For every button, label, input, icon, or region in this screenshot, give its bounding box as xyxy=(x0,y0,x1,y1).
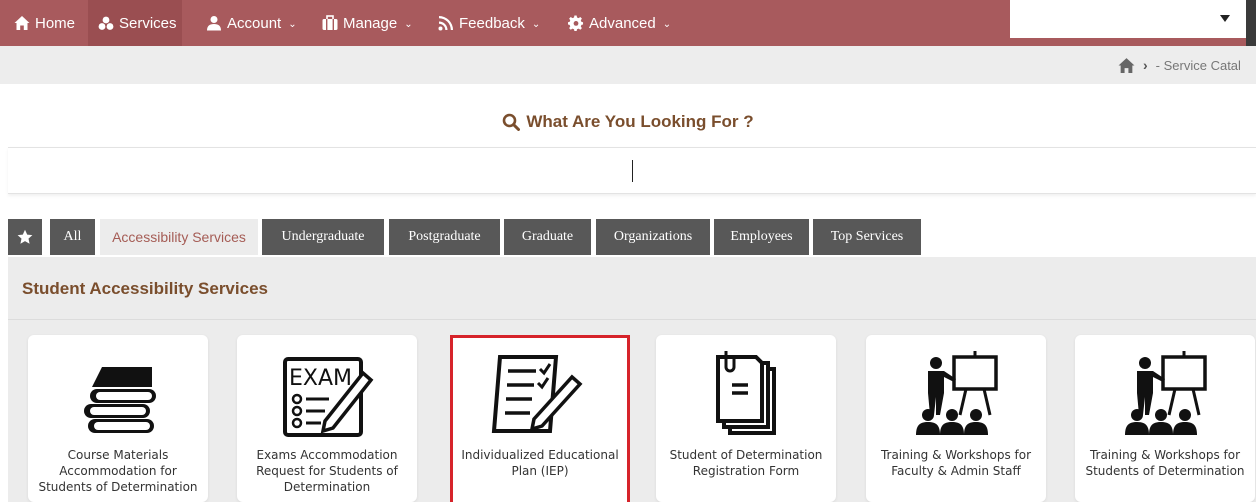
chevron-down-icon: ⌄ xyxy=(662,18,672,30)
checklist-pen-icon xyxy=(491,355,583,433)
nav-services-label: Services xyxy=(119,14,177,32)
tab-postgraduate[interactable]: Postgraduate xyxy=(389,219,500,255)
caret-down-icon xyxy=(1220,15,1230,22)
briefcase-icon xyxy=(322,15,338,30)
service-card-course-materials[interactable]: Course Materials Accommodation for Stude… xyxy=(28,335,208,502)
search-input[interactable] xyxy=(8,147,1256,194)
nav-advanced-label: Advanced xyxy=(589,14,656,32)
breadcrumb-current: - Service Catal xyxy=(1155,57,1241,73)
tab-all[interactable]: All xyxy=(50,219,95,255)
nav-edge xyxy=(1246,0,1256,46)
books-icon xyxy=(84,367,156,433)
home-icon xyxy=(14,16,30,30)
user-icon xyxy=(207,16,221,31)
tab-organizations[interactable]: Organizations xyxy=(596,219,710,255)
card-label: Course Materials Accommodation for Stude… xyxy=(38,448,198,494)
divider xyxy=(8,319,1256,320)
tab-graduate[interactable]: Graduate xyxy=(504,219,591,255)
nav-feedback[interactable]: Feedback ⌄ xyxy=(438,0,540,46)
service-card-iep[interactable]: Individualized Educational Plan (IEP) xyxy=(450,335,630,502)
exam-icon: EXAM xyxy=(283,357,374,437)
search-icon xyxy=(503,113,521,131)
card-label: Individualized Educational Plan (IEP) xyxy=(461,448,619,478)
card-label: Student of Determination Registration Fo… xyxy=(669,448,823,478)
card-label: Exams Accommodation Request for Students… xyxy=(256,448,398,494)
nav-manage[interactable]: Manage ⌄ xyxy=(322,0,413,46)
nav-home-label: Home xyxy=(35,14,76,32)
documents-icon xyxy=(716,351,776,435)
chevron-right-icon: › xyxy=(1143,57,1148,73)
section-title: Student Accessibility Services xyxy=(22,279,268,298)
nav-dropdown-select[interactable] xyxy=(1010,0,1246,38)
nav-home[interactable]: Home xyxy=(14,0,75,46)
breadcrumb-bar: › - Service Catal xyxy=(0,46,1256,84)
nav-advanced[interactable]: Advanced ⌄ xyxy=(568,0,671,46)
training-icon xyxy=(1125,351,1207,435)
service-card-exams-accommodation[interactable]: EXAM Exams Accommodation Request for Stu… xyxy=(237,335,417,502)
service-card-training-students[interactable]: Training & Workshops for Students of Det… xyxy=(1075,335,1255,502)
tab-accessibility-services[interactable]: Accessibility Services xyxy=(100,219,258,255)
chevron-down-icon: ⌄ xyxy=(288,18,297,30)
chevron-down-icon: ⌄ xyxy=(404,18,413,30)
nav-feedback-label: Feedback xyxy=(459,14,525,32)
home-icon[interactable] xyxy=(1118,57,1135,74)
svg-text:EXAM: EXAM xyxy=(289,366,352,391)
top-navbar: Home Services Account ⌄ Manage ⌄ Feedbac… xyxy=(0,0,1256,46)
search-title: What Are You Looking For ? xyxy=(526,112,754,131)
gear-icon xyxy=(568,15,584,31)
service-card-registration-form[interactable]: Student of Determination Registration Fo… xyxy=(656,335,836,502)
nav-account[interactable]: Account ⌄ xyxy=(206,0,297,46)
nav-account-label: Account xyxy=(227,14,282,32)
tab-employees[interactable]: Employees xyxy=(714,219,809,255)
text-cursor xyxy=(632,160,633,182)
tab-undergraduate[interactable]: Undergraduate xyxy=(262,219,384,255)
card-label: Training & Workshops for Students of Det… xyxy=(1085,448,1245,478)
star-icon xyxy=(17,229,33,244)
rss-icon xyxy=(438,16,453,31)
tab-favorites[interactable] xyxy=(8,219,42,255)
tab-top-services[interactable]: Top Services xyxy=(813,219,921,255)
chevron-down-icon: ⌄ xyxy=(531,18,541,30)
nav-services[interactable]: Services xyxy=(88,0,182,46)
training-icon xyxy=(916,351,998,435)
nav-manage-label: Manage xyxy=(343,14,398,32)
service-card-training-faculty[interactable]: Training & Workshops for Faculty & Admin… xyxy=(866,335,1046,502)
card-label: Training & Workshops for Faculty & Admin… xyxy=(880,448,1032,478)
services-icon xyxy=(98,16,114,30)
breadcrumb: › - Service Catal xyxy=(1118,46,1241,84)
search-heading: What Are You Looking For ? xyxy=(0,112,1256,132)
